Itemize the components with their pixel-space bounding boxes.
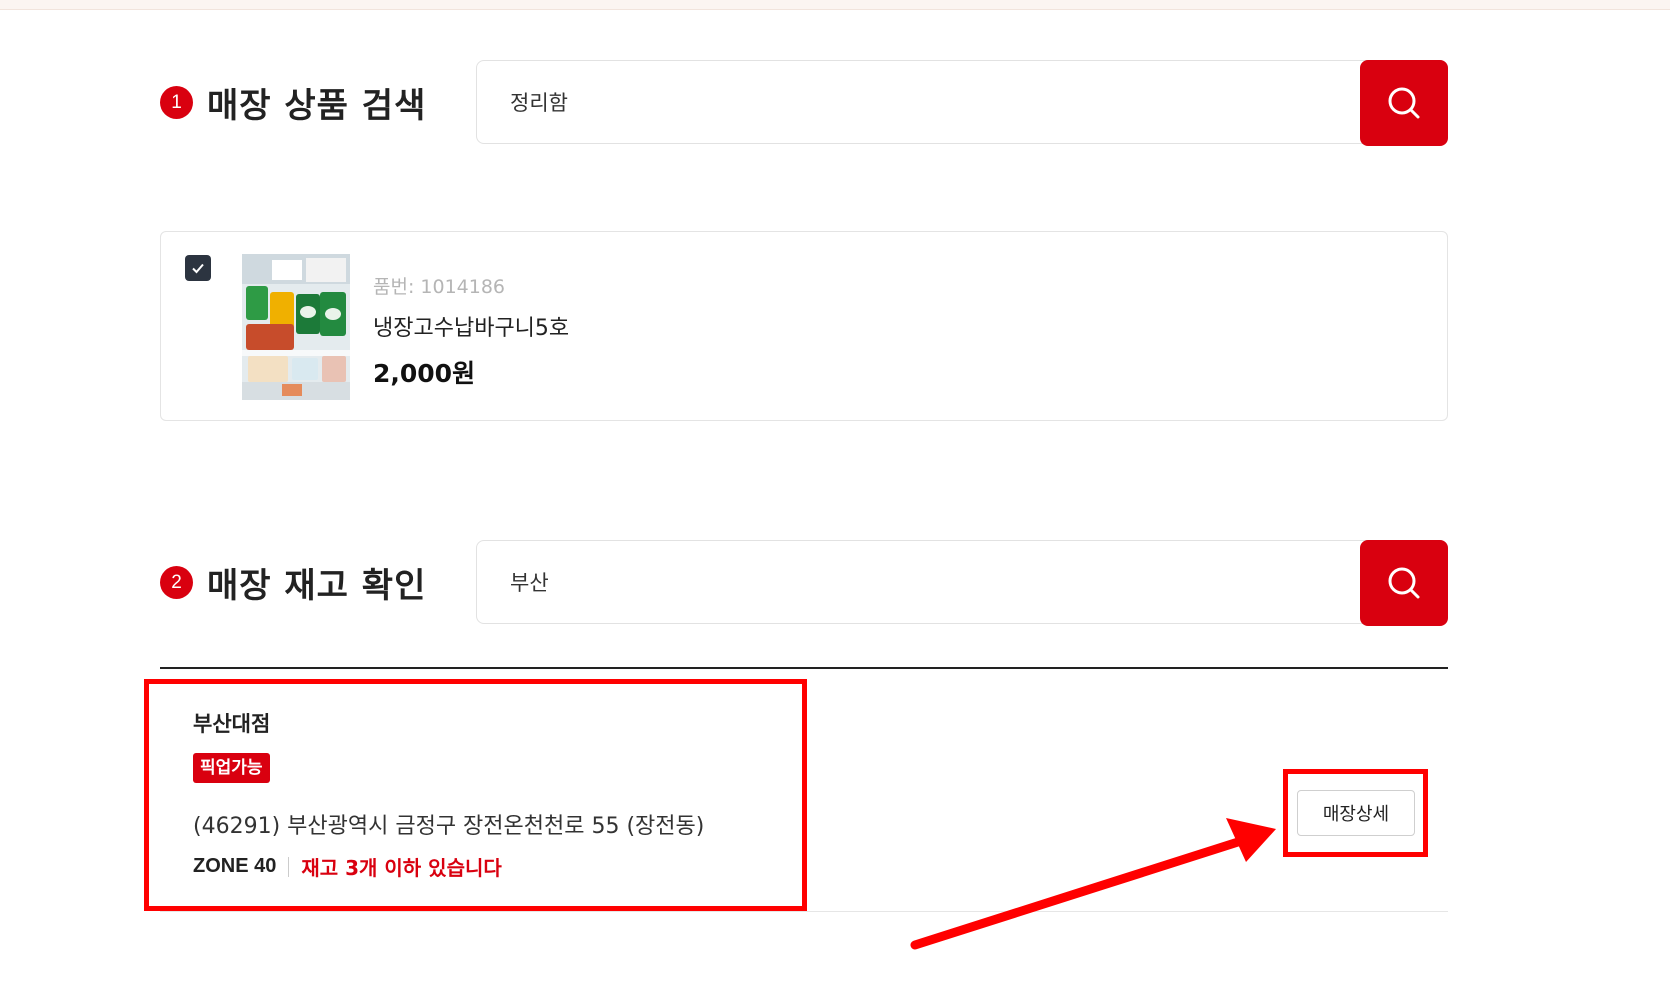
search-icon: [1388, 567, 1420, 599]
check-icon: [192, 263, 204, 274]
product-card[interactable]: 품번: 1014186 냉장고수납바구니5호 2,000원: [160, 231, 1448, 421]
product-search-box: [476, 60, 1448, 146]
step-number-badge: 1: [160, 86, 193, 119]
product-image: [242, 254, 350, 400]
product-search-input[interactable]: [477, 61, 1357, 143]
top-bar: [0, 0, 1670, 10]
section-title-product-search: 1 매장 상품 검색: [160, 78, 426, 127]
store-search-input[interactable]: [477, 541, 1357, 623]
step-title: 매장 재고 확인: [207, 566, 427, 606]
product-name: 냉장고수납바구니5호: [373, 316, 570, 341]
section-title-store-stock: 2 매장 재고 확인: [160, 558, 426, 607]
results-divider: [160, 667, 1448, 669]
result-bottom-line: [160, 911, 1448, 912]
step-title: 매장 상품 검색: [207, 86, 427, 126]
store-search-box: [476, 540, 1448, 626]
annotation-highlight-store: [144, 679, 807, 911]
product-checkbox[interactable]: [185, 255, 211, 281]
product-price: 2,000원: [373, 359, 476, 388]
search-icon: [1388, 87, 1420, 119]
store-search-button[interactable]: [1360, 540, 1448, 626]
product-code: 품번: 1014186: [373, 276, 506, 298]
product-search-button[interactable]: [1360, 60, 1448, 146]
step-number-badge: 2: [160, 566, 193, 599]
annotation-highlight-detail-button: [1283, 769, 1428, 857]
